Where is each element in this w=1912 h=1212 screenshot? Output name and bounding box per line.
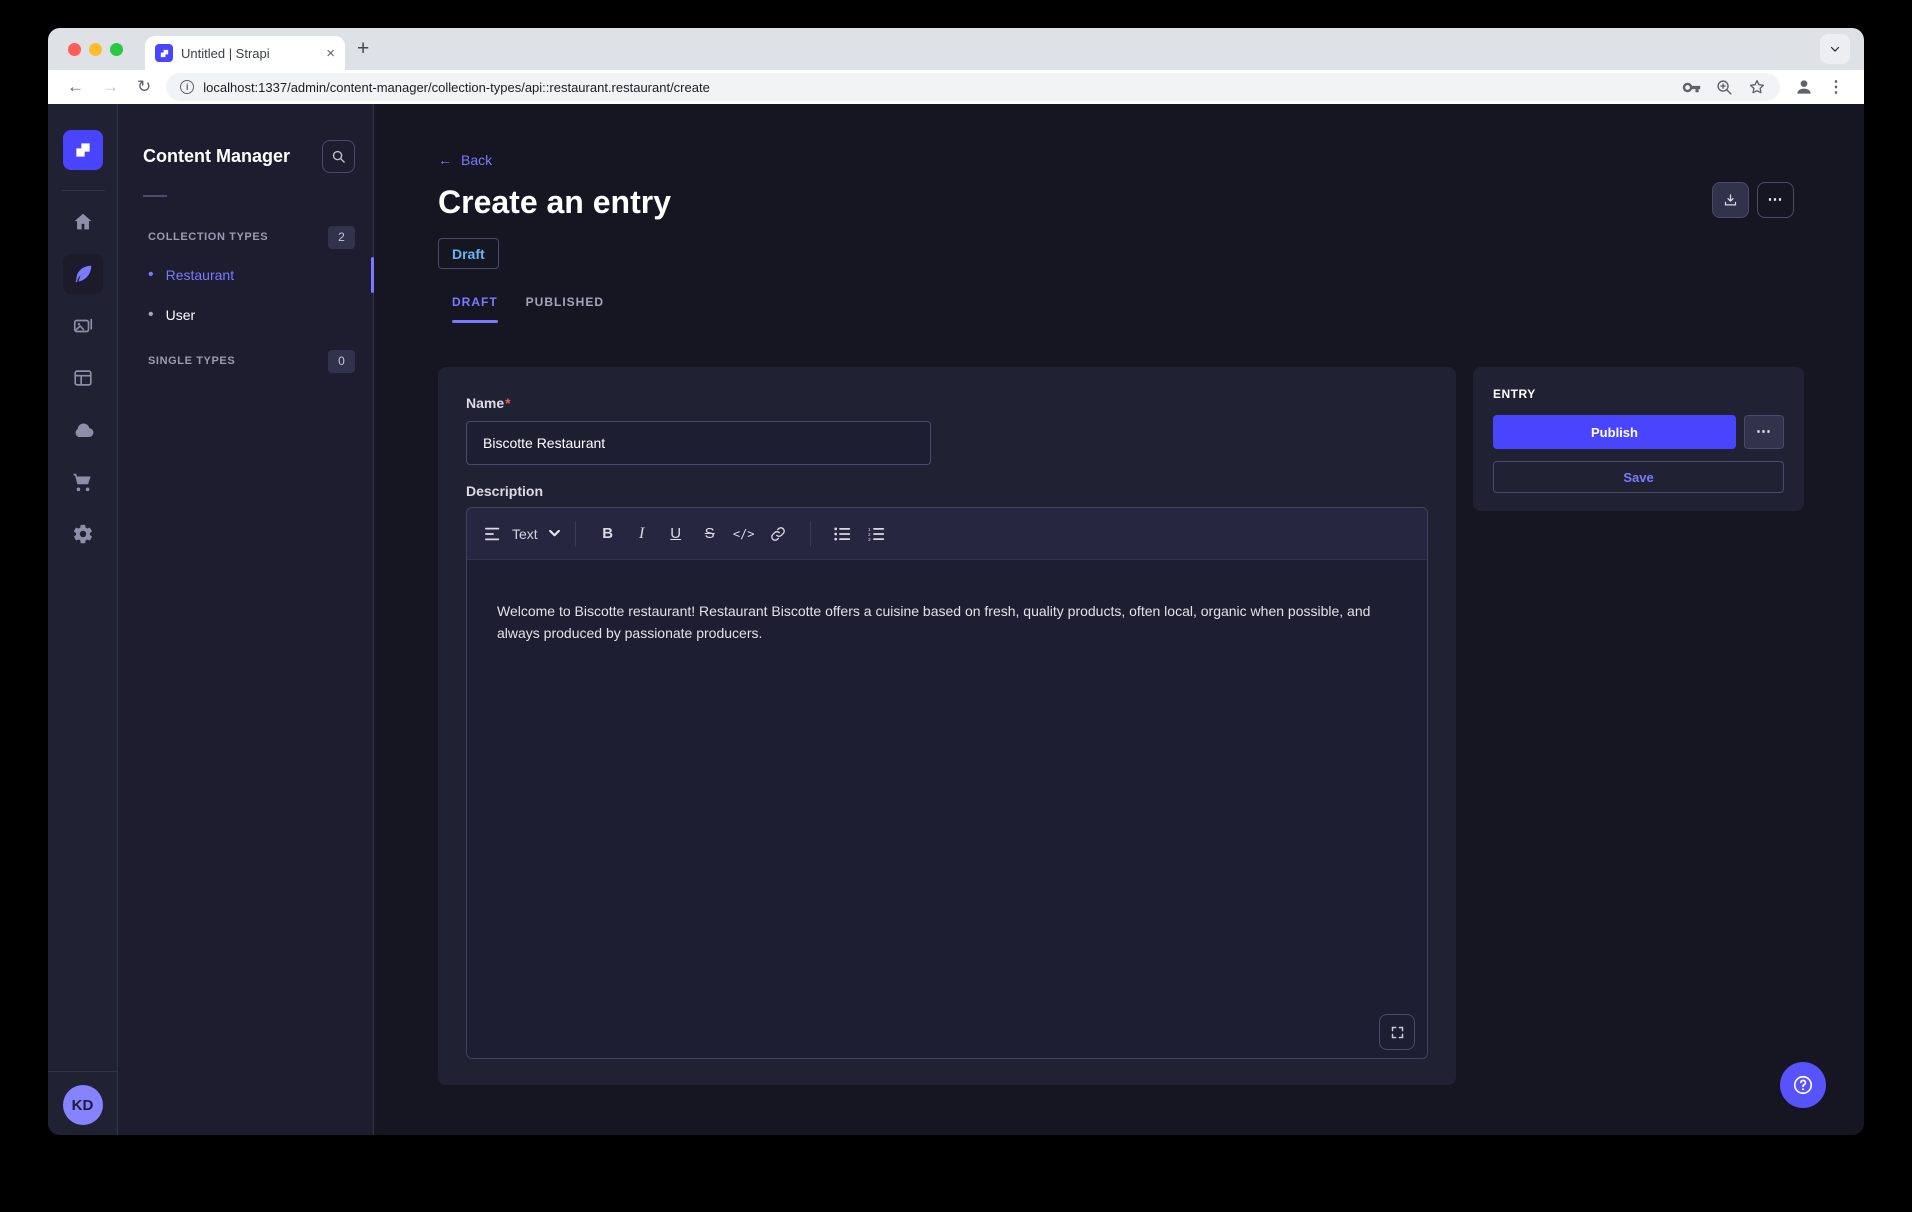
toolbar-divider [810, 521, 811, 547]
minimize-window-button[interactable] [89, 43, 102, 56]
browser-tab[interactable]: Untitled | Strapi × [145, 36, 345, 70]
description-field-label: Description [466, 483, 1428, 499]
name-field-label: Name* [466, 395, 511, 411]
editor-content-area[interactable]: Welcome to Biscotte restaurant! Restaura… [467, 560, 1427, 1058]
search-button[interactable] [322, 140, 355, 173]
numbered-list-button[interactable]: 123 [860, 517, 894, 551]
editor-toolbar: Text B I U S </> [467, 508, 1427, 560]
name-label-text: Name [466, 395, 504, 411]
help-button[interactable] [1780, 1062, 1826, 1108]
sidebar-item-user[interactable]: • User [118, 295, 373, 335]
nav-footer: KD [48, 1071, 117, 1135]
bold-button[interactable]: B [591, 517, 625, 551]
sidebar-item-restaurant[interactable]: • Restaurant [118, 255, 373, 295]
underline-button[interactable]: U [659, 517, 693, 551]
bookmark-star-icon[interactable] [1748, 78, 1766, 96]
strapi-logo[interactable] [63, 130, 103, 170]
toolbar-divider [575, 521, 576, 547]
sidebar-item-label: Restaurant [166, 267, 234, 283]
sidebar-title: Content Manager [143, 146, 290, 167]
text-style-value: Text [512, 526, 538, 542]
back-link-label: Back [461, 152, 492, 168]
new-tab-button[interactable]: + [357, 37, 369, 61]
browser-toolbar: ← → ↻ i localhost:1337/admin/content-man… [48, 70, 1864, 104]
svg-text:1: 1 [868, 527, 871, 532]
main-navigation: KD [48, 104, 118, 1135]
back-arrow-icon: ← [438, 152, 452, 168]
entry-form-panel: Name* Description Text B [438, 367, 1456, 1085]
bulleted-list-button[interactable] [826, 517, 860, 551]
close-window-button[interactable] [68, 43, 81, 56]
svg-text:3: 3 [868, 536, 871, 540]
tab-title: Untitled | Strapi [181, 46, 318, 61]
zoom-in-icon[interactable] [1716, 79, 1733, 96]
description-rich-text-editor: Text B I U S </> [466, 507, 1428, 1059]
export-download-button[interactable] [1712, 182, 1749, 218]
browser-tab-bar: Untitled | Strapi × + [48, 28, 1864, 70]
entry-more-button[interactable]: ⋯ [1744, 415, 1784, 449]
browser-window: Untitled | Strapi × + ← → ↻ i localhost:… [48, 28, 1864, 1135]
media-library-icon[interactable] [63, 306, 103, 346]
profile-avatar-icon[interactable] [1794, 77, 1814, 97]
back-link[interactable]: ← Back [438, 152, 492, 168]
paragraph-style-icon [485, 527, 501, 541]
strapi-app: KD Content Manager COLLECTION TYPES 2 • … [48, 104, 1864, 1135]
tab-close-icon[interactable]: × [326, 46, 335, 61]
main-content: ← Back ⋯ Create an entry Draft DRAFT [374, 104, 1864, 1135]
browser-reload-button[interactable]: ↻ [128, 77, 160, 97]
single-types-count-badge: 0 [328, 350, 355, 373]
page-info-icon[interactable]: i [180, 80, 194, 94]
strikethrough-button[interactable]: S [693, 517, 727, 551]
browser-back-button[interactable]: ← [58, 77, 93, 97]
collection-types-count-badge: 2 [328, 226, 355, 249]
browser-menu-icon[interactable]: ⋮ [1828, 77, 1844, 97]
tab-search-chevron-button[interactable] [1820, 34, 1850, 64]
status-badge: Draft [438, 238, 499, 269]
sidebar-divider [143, 195, 167, 197]
fullscreen-window-button[interactable] [110, 43, 123, 56]
password-key-icon[interactable] [1682, 78, 1701, 97]
browser-forward-button[interactable]: → [93, 77, 128, 97]
user-avatar[interactable]: KD [63, 1085, 103, 1125]
bullet-icon: • [148, 307, 154, 323]
expand-editor-button[interactable] [1379, 1014, 1415, 1050]
required-asterisk: * [505, 395, 510, 411]
nav-divider [61, 190, 105, 191]
address-bar[interactable]: i localhost:1337/admin/content-manager/c… [166, 73, 1780, 101]
cloud-icon[interactable] [63, 410, 103, 450]
description-text[interactable]: Welcome to Biscotte restaurant! Restaura… [497, 600, 1397, 644]
save-button[interactable]: Save [1493, 461, 1784, 493]
strapi-favicon [155, 44, 173, 62]
traffic-lights [68, 43, 123, 56]
code-button[interactable]: </> [727, 517, 761, 551]
bullet-icon: • [148, 267, 154, 283]
tab-draft-label: DRAFT [452, 295, 498, 309]
link-button[interactable] [761, 517, 795, 551]
entry-panel-title: ENTRY [1493, 387, 1784, 401]
collection-types-label: COLLECTION TYPES [148, 231, 268, 243]
content-manager-sidebar: Content Manager COLLECTION TYPES 2 • Res… [118, 104, 374, 1135]
tab-draft[interactable]: DRAFT [438, 295, 512, 323]
version-tabs: DRAFT PUBLISHED [438, 295, 1804, 323]
name-input[interactable] [466, 421, 931, 465]
entry-side-panel: ENTRY Publish ⋯ Save [1473, 367, 1804, 511]
content-type-builder-icon[interactable] [63, 358, 103, 398]
active-tab-underline [452, 320, 498, 323]
italic-button[interactable]: I [625, 517, 659, 551]
tab-published-label: PUBLISHED [526, 295, 604, 309]
url-text[interactable]: localhost:1337/admin/content-manager/col… [203, 80, 1673, 95]
tab-published[interactable]: PUBLISHED [512, 295, 618, 323]
settings-gear-icon[interactable] [63, 514, 103, 554]
text-style-dropdown[interactable]: Text [485, 526, 560, 542]
single-types-label: SINGLE TYPES [148, 355, 235, 367]
sidebar-item-label: User [166, 307, 196, 323]
home-icon[interactable] [63, 202, 103, 242]
header-more-button[interactable]: ⋯ [1757, 182, 1794, 218]
content-manager-icon[interactable] [63, 254, 103, 294]
page-title: Create an entry [438, 184, 1804, 221]
chevron-down-icon [549, 530, 560, 537]
marketplace-cart-icon[interactable] [63, 462, 103, 502]
publish-button[interactable]: Publish [1493, 415, 1736, 449]
